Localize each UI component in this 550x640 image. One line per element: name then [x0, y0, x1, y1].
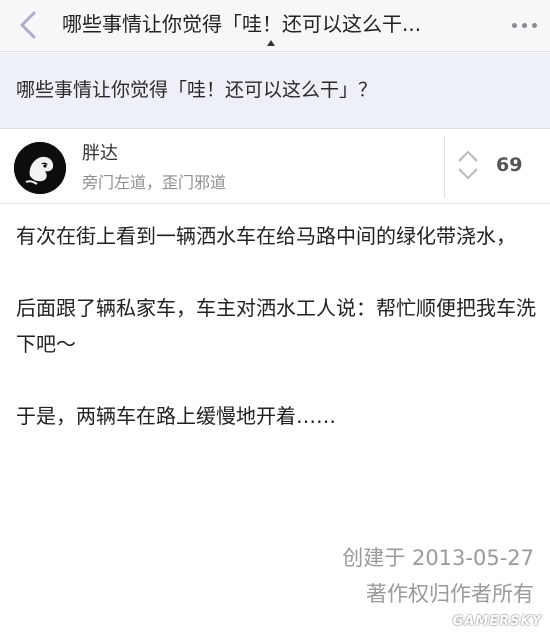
vote-up-down-icon	[458, 151, 478, 179]
answer-paragraph: 于是，两辆车在路上缓慢地开着……	[16, 404, 336, 428]
author-bio: 旁门左道，歪门邪道	[82, 173, 227, 192]
answer-paragraph: 后面跟了辆私家车，车主对洒水工人说：帮忙顺便把我车洗下吧～	[16, 296, 536, 356]
question-header[interactable]: 哪些事情让你觉得「哇！还可以这么干」？	[0, 53, 550, 129]
author-name[interactable]: 胖达	[82, 142, 118, 166]
chevron-left-icon	[20, 11, 36, 39]
copyright-notice: 著作权归作者所有	[366, 582, 534, 606]
navigation-bar: 哪些事情让你觉得「哇！还可以这么干...	[0, 0, 550, 52]
created-date: 创建于 2013-05-27	[342, 546, 534, 570]
watermark: GAMERSKY	[452, 614, 542, 629]
avatar[interactable]	[14, 142, 66, 194]
back-button[interactable]	[14, 10, 44, 40]
divider	[444, 136, 445, 198]
question-title[interactable]: 哪些事情让你觉得「哇！还可以这么干」？	[16, 77, 377, 103]
more-horizontal-icon	[512, 23, 517, 28]
vote-button[interactable]	[456, 148, 480, 182]
answer-paragraph: 有次在街上看到一辆洒水车在给马路中间的绿化带浇水，	[16, 224, 516, 248]
vote-count: 69	[496, 154, 523, 176]
answer-author-row: 胖达 旁门左道，歪门邪道 69	[0, 130, 550, 204]
answer-content: 有次在街上看到一辆洒水车在给马路中间的绿化带浇水， 后面跟了辆私家车，车主对洒水…	[16, 218, 536, 470]
answer-meta: 创建于 2013-05-27 著作权归作者所有	[342, 540, 534, 612]
dropdown-caret-icon	[267, 40, 275, 46]
avatar-image	[14, 142, 66, 194]
nav-title[interactable]: 哪些事情让你觉得「哇！还可以这么干...	[62, 11, 498, 37]
more-menu-button[interactable]	[512, 14, 538, 36]
